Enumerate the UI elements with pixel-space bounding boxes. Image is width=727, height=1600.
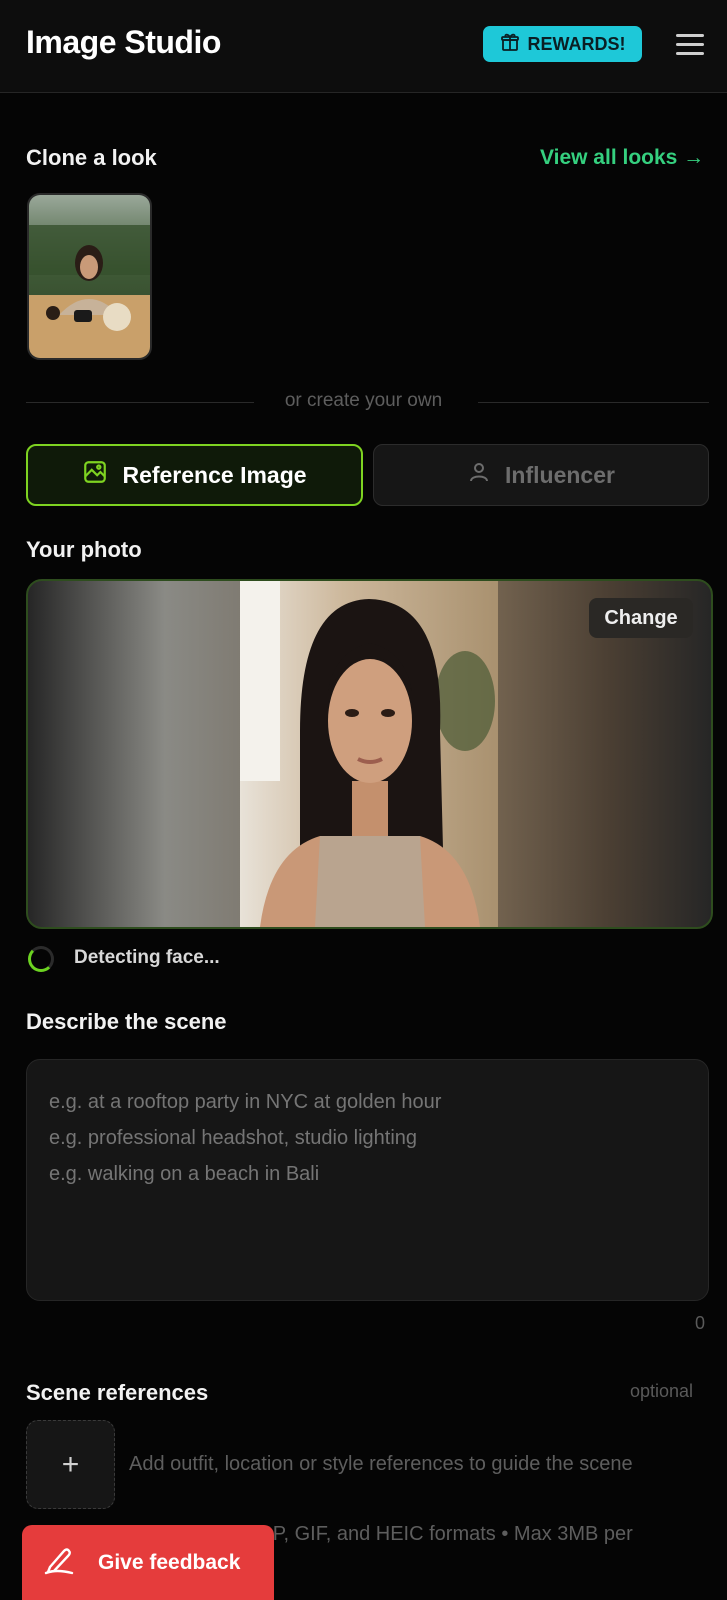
rewards-button[interactable]: REWARDS! xyxy=(483,26,642,62)
give-feedback-button[interactable]: Give feedback xyxy=(22,1525,274,1600)
tab-reference-image[interactable]: Reference Image xyxy=(26,444,363,506)
person-icon xyxy=(467,460,491,490)
character-count: 0 xyxy=(695,1313,706,1333)
describe-scene-title: Describe the scene xyxy=(26,1009,227,1034)
hamburger-menu-icon[interactable] xyxy=(676,34,704,55)
scene-references-title: Scene references xyxy=(26,1380,209,1405)
add-reference-button[interactable]: + xyxy=(26,1420,115,1509)
uploaded-photo[interactable]: Change xyxy=(26,579,713,929)
divider-right xyxy=(478,402,709,403)
view-all-looks-link[interactable]: View all looks → xyxy=(540,146,704,170)
formats-text: pP, GIF, and HEIC formats • Max 3MB per xyxy=(261,1523,633,1545)
references-hint: Add outfit, location or style references… xyxy=(129,1453,633,1475)
divider-text: or create your own xyxy=(284,390,443,411)
tab-reference-image-label: Reference Image xyxy=(122,461,307,488)
image-icon xyxy=(82,459,108,491)
look-thumbnail[interactable] xyxy=(27,193,152,360)
app-title: Image Studio xyxy=(26,24,221,60)
clone-look-title: Clone a look xyxy=(26,145,157,170)
detecting-face-status: Detecting face... xyxy=(74,947,220,968)
scene-description-input[interactable] xyxy=(26,1059,709,1301)
optional-label: optional xyxy=(630,1381,694,1401)
your-photo-title: Your photo xyxy=(26,537,142,562)
tab-influencer[interactable]: Influencer xyxy=(373,444,709,506)
tab-influencer-label: Influencer xyxy=(505,461,615,488)
give-feedback-label: Give feedback xyxy=(98,1550,241,1574)
portrait-image xyxy=(240,581,498,927)
pen-icon xyxy=(42,1545,76,1581)
gift-icon xyxy=(500,32,520,57)
top-bar: Image Studio REWARDS! xyxy=(0,0,727,93)
loading-spinner-icon xyxy=(28,946,54,972)
change-photo-button[interactable]: Change xyxy=(589,598,693,638)
rewards-label: REWARDS! xyxy=(527,33,626,54)
